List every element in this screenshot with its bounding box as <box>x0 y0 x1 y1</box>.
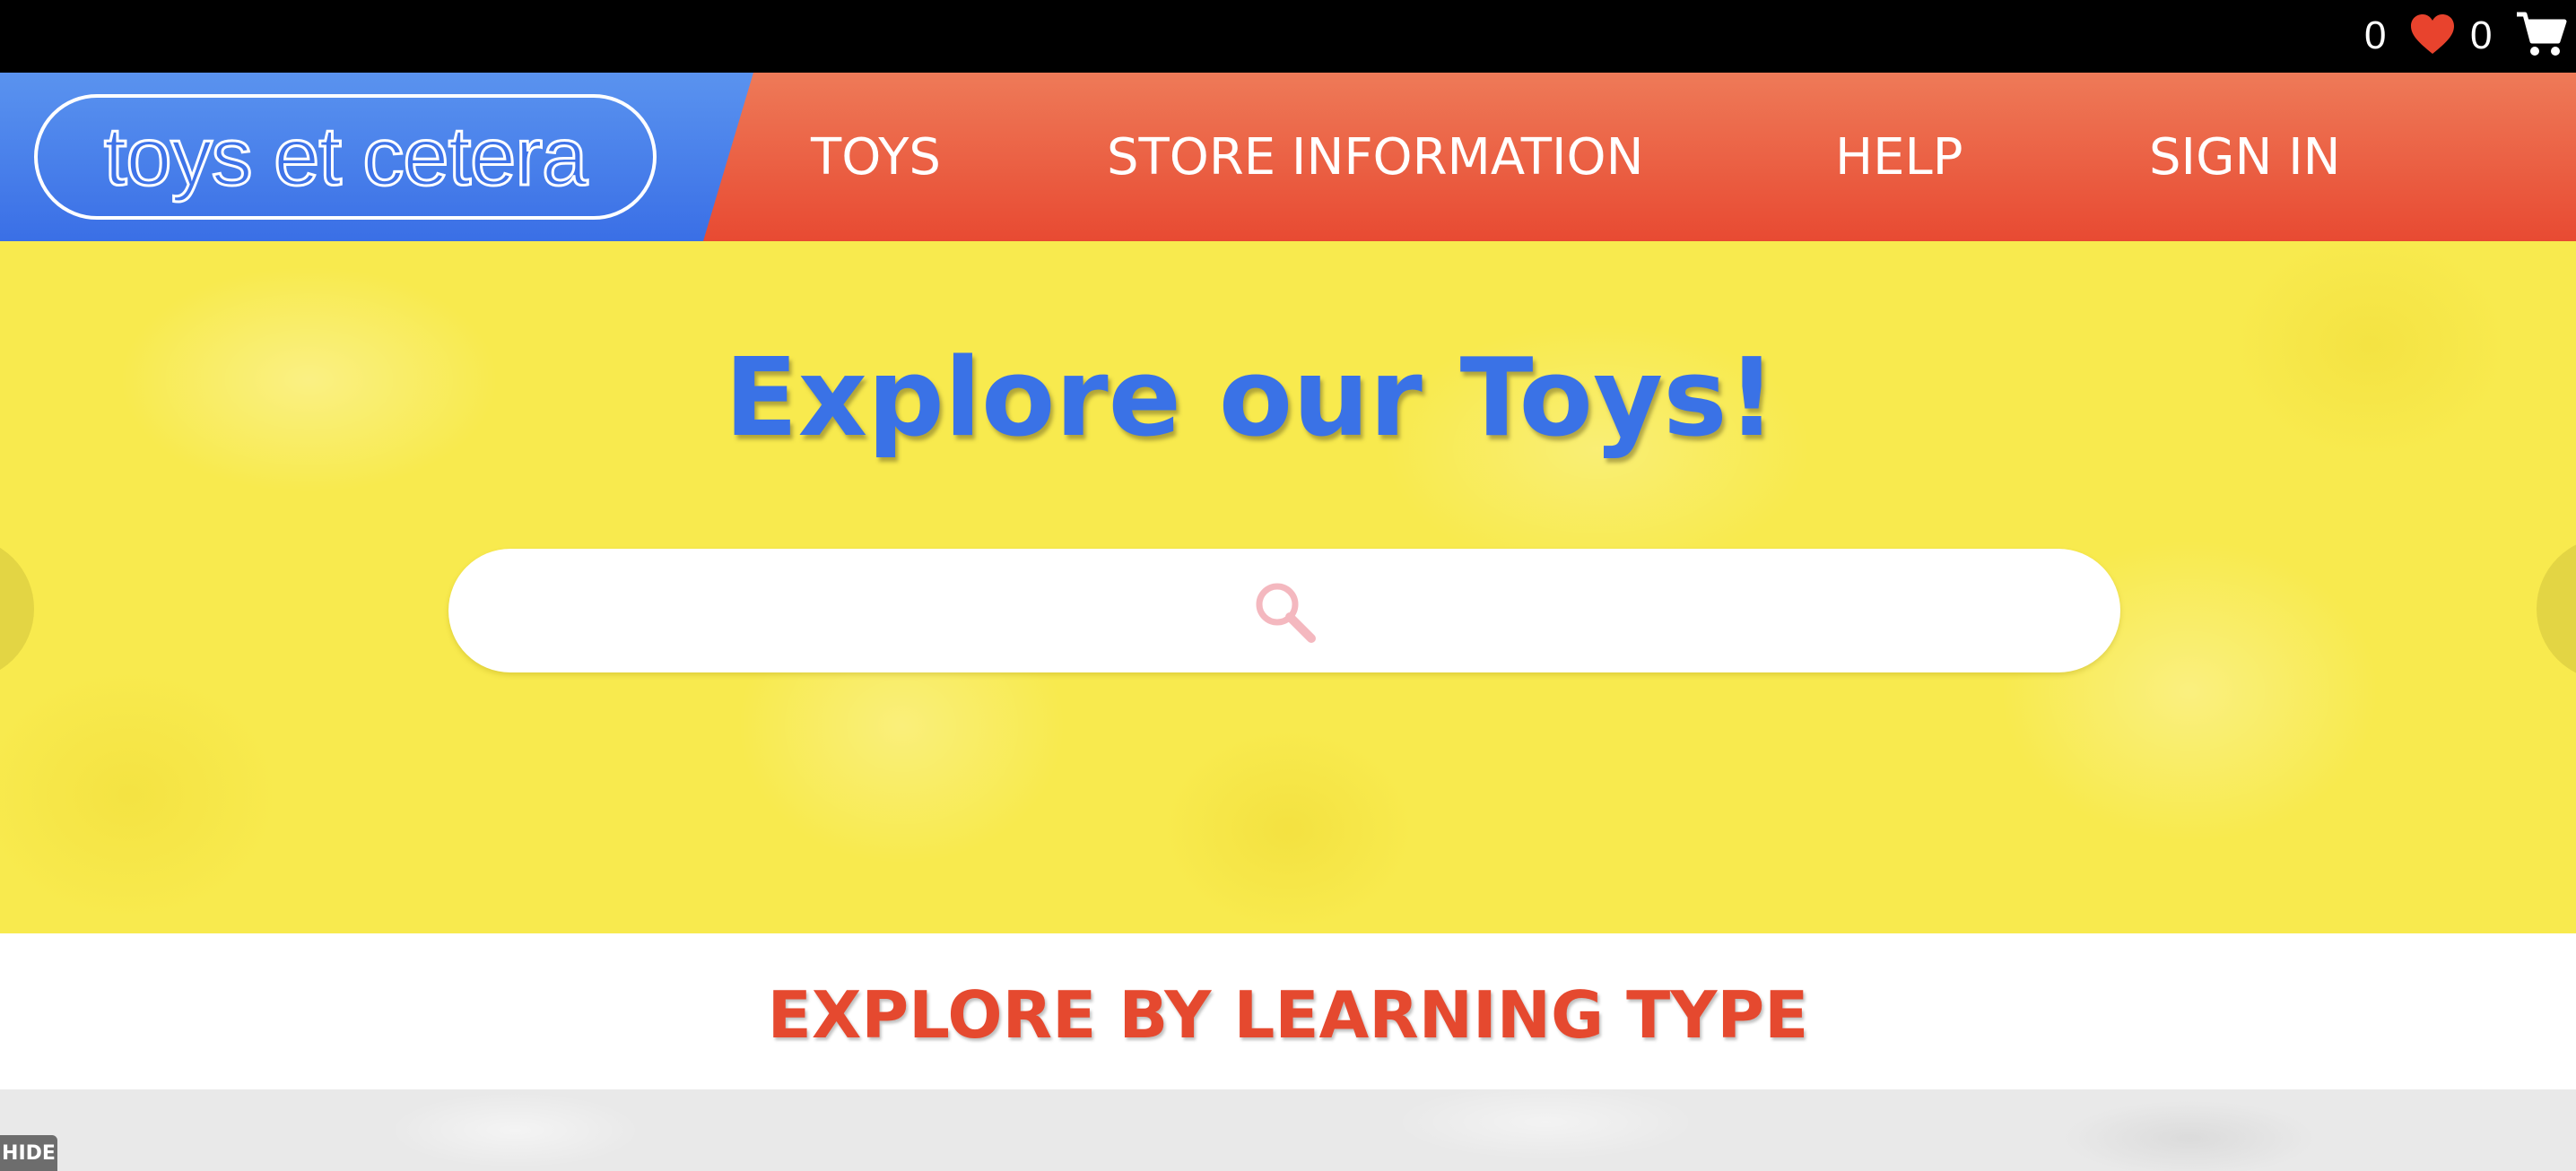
search-input[interactable] <box>448 549 2120 672</box>
site-header: toys et cetera TOYS STORE INFORMATION HE… <box>0 73 2576 241</box>
cart-icon[interactable] <box>2515 11 2567 59</box>
nav-sign-in[interactable]: SIGN IN <box>2149 73 2341 241</box>
wishlist-count: 0 <box>2364 13 2387 57</box>
nav-store-information[interactable]: STORE INFORMATION <box>1107 73 1644 241</box>
nav-toys[interactable]: TOYS <box>811 73 941 241</box>
carousel-next-button[interactable] <box>2537 537 2576 681</box>
cart-count: 0 <box>2470 13 2493 57</box>
page: 0 0 toys et cetera TOYS STORE INFORMATIO… <box>0 0 2576 1171</box>
nav-help[interactable]: HELP <box>1835 73 1962 241</box>
carousel-prev-button[interactable] <box>0 537 34 681</box>
logo-panel: toys et cetera <box>0 73 753 241</box>
hero-title: Explore our Toys! <box>724 336 1777 461</box>
site-logo[interactable]: toys et cetera <box>34 94 657 220</box>
hero-banner: Explore our Toys! <box>0 241 2576 933</box>
hide-button[interactable]: HIDE <box>0 1135 57 1171</box>
learning-type-section-bg <box>0 1089 2576 1171</box>
section-heading-learning-type: EXPLORE BY LEARNING TYPE <box>0 933 2576 1089</box>
search-icon[interactable] <box>1252 579 1320 647</box>
top-utility-bar: 0 0 <box>0 0 2576 73</box>
heart-icon[interactable] <box>2409 13 2456 57</box>
logo-text: toys et cetera <box>102 109 588 204</box>
